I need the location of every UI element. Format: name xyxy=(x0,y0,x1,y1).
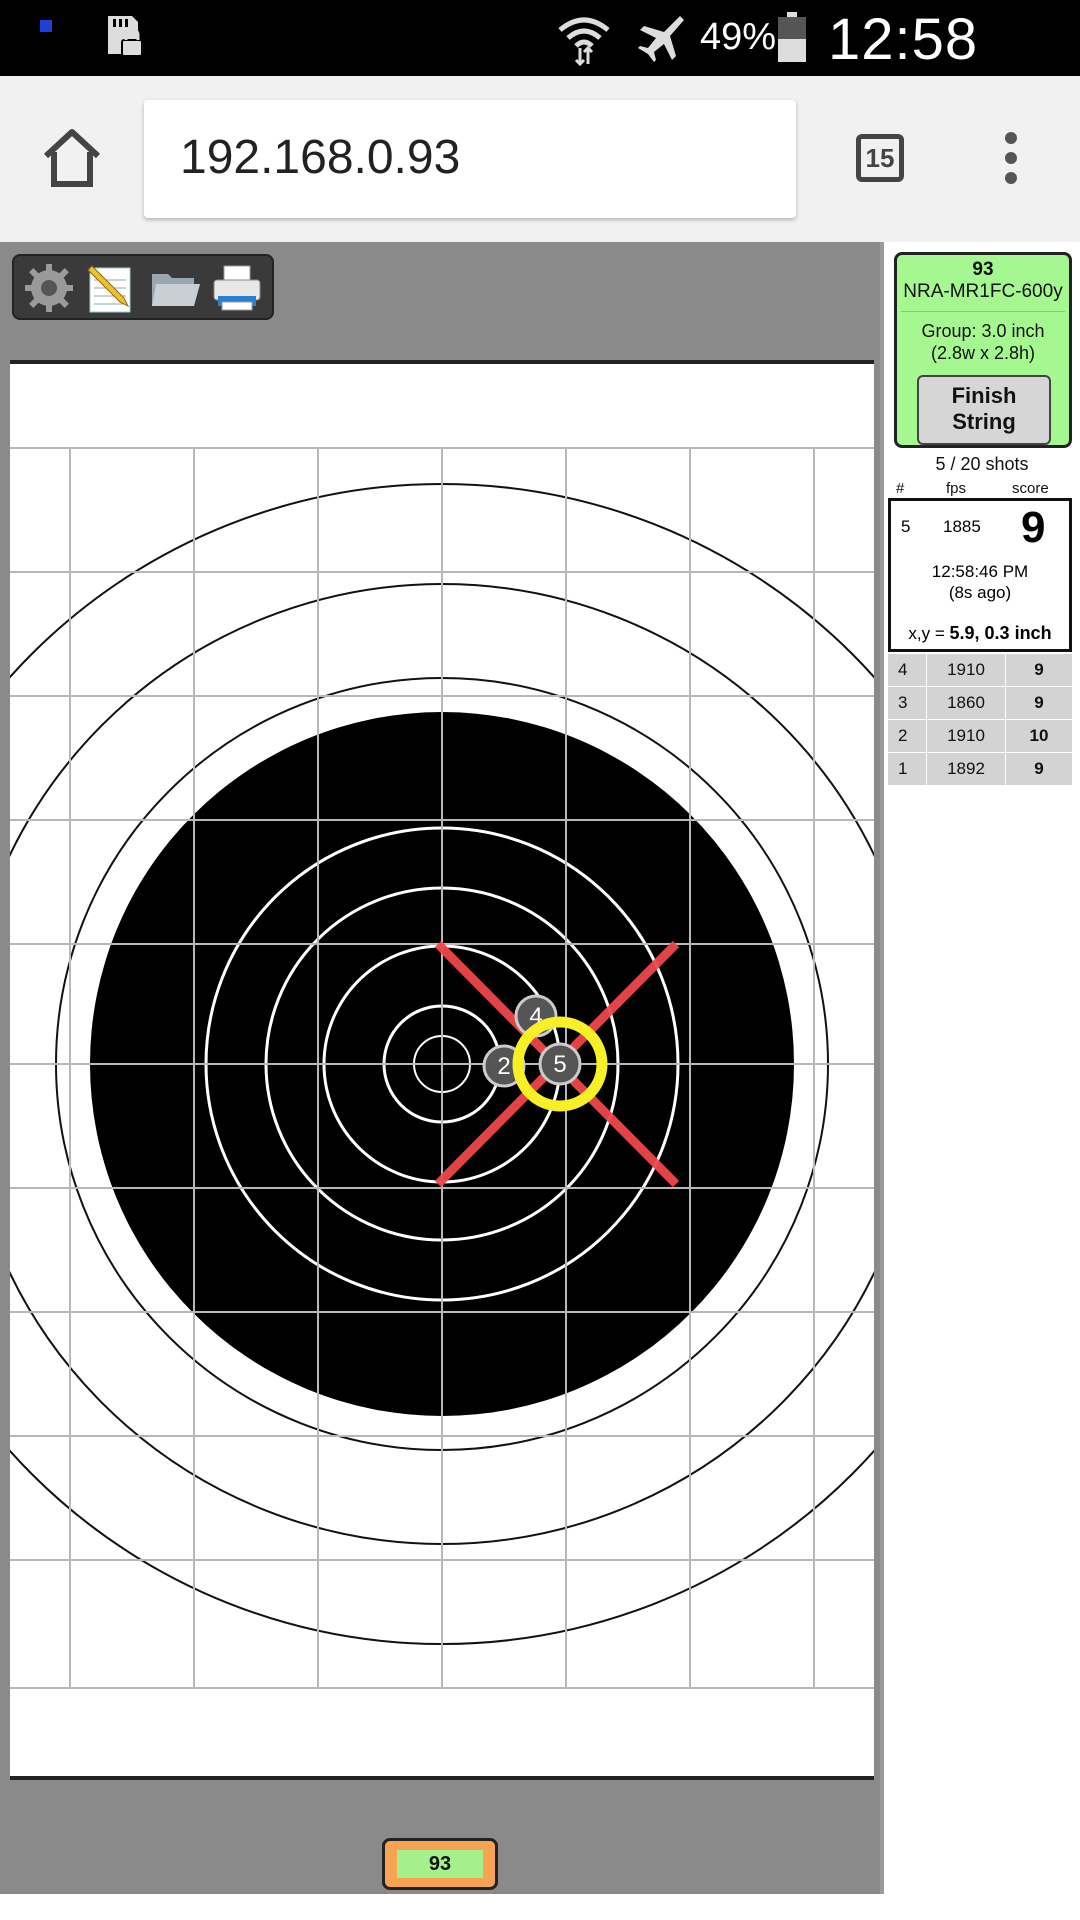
target-number: 93 xyxy=(972,259,994,280)
shot-fps: 1860 xyxy=(926,686,1006,720)
shot-score: 10 xyxy=(1005,719,1072,753)
current-shot-timestamp: 12:58:46 PM xyxy=(931,562,1029,581)
table-row[interactable]: 2 1910 10 xyxy=(888,719,1072,753)
target-number-badge[interactable]: 93 xyxy=(382,1838,498,1890)
finish-string-label-2: String xyxy=(952,409,1016,434)
shot-score: 9 xyxy=(1005,686,1072,720)
address-bar[interactable]: 192.168.0.93 xyxy=(144,100,796,218)
xy-label: x,y = xyxy=(908,624,950,643)
shot-fps: 1892 xyxy=(926,752,1006,786)
column-header-fps: fps xyxy=(946,480,967,497)
finish-string-label-1: Finish xyxy=(951,383,1017,408)
gear-icon[interactable] xyxy=(22,262,76,314)
target-type: NRA-MR1FC-600y xyxy=(903,281,1063,302)
target-number-badge-label: 93 xyxy=(397,1850,483,1878)
notification-icon xyxy=(40,20,52,32)
overflow-menu-icon[interactable] xyxy=(996,132,1026,188)
shot-history-table: 4 1910 9 3 1860 9 2 1910 10 1 1892 9 xyxy=(888,654,1072,786)
tab-switcher-button[interactable]: 15 xyxy=(856,134,904,182)
current-shot-index: 5 xyxy=(901,517,911,536)
column-header-number: # xyxy=(896,480,905,497)
shot-index: 3 xyxy=(888,686,927,720)
wifi-icon xyxy=(558,17,610,66)
xy-value: 5.9, 0.3 inch xyxy=(949,623,1052,643)
table-row[interactable]: 4 1910 9 xyxy=(888,654,1072,687)
svg-text:2: 2 xyxy=(497,1053,510,1080)
target-sheet[interactable]: 4 2 5 xyxy=(10,360,874,1780)
folder-icon[interactable] xyxy=(148,262,202,314)
shot-score: 9 xyxy=(1005,654,1072,687)
current-shot-time: 12:58:46 PM (8s ago) xyxy=(891,561,1069,603)
shot-fps: 1910 xyxy=(926,654,1006,687)
battery-icon xyxy=(778,12,806,62)
current-shot-coordinates: x,y = 5.9, 0.3 inch xyxy=(891,623,1069,644)
shot-index: 1 xyxy=(888,752,927,786)
target-pane: 4 2 5 93 xyxy=(0,242,880,1894)
home-icon[interactable] xyxy=(40,126,104,190)
table-row[interactable]: 1 1892 9 xyxy=(888,752,1072,786)
shots-count: 5 / 20 shots xyxy=(935,454,1029,474)
notepad-icon[interactable] xyxy=(84,262,138,314)
target-graphic[interactable]: 4 2 5 xyxy=(10,364,874,1776)
divider xyxy=(901,311,1065,312)
finish-string-button[interactable]: Finish String xyxy=(917,375,1051,445)
current-shot-detail[interactable]: 5 1885 9 12:58:46 PM (8s ago) x,y = 5.9,… xyxy=(888,498,1072,652)
status-bar: 49% 12:58 PM xyxy=(0,0,1080,139)
current-shot-score: 9 xyxy=(1021,503,1046,552)
shot-score: 9 xyxy=(1005,752,1072,786)
table-row[interactable]: 3 1860 9 xyxy=(888,686,1072,720)
column-header-score: score xyxy=(1012,480,1049,497)
app-toolbar xyxy=(12,254,274,320)
url-text[interactable]: 192.168.0.93 xyxy=(180,130,460,185)
printer-icon[interactable] xyxy=(210,262,264,314)
info-panel: 93 NRA-MR1FC-600y Group: 3.0 inch (2.8w … xyxy=(880,242,1080,1894)
battery-percent: 49% xyxy=(700,16,777,58)
group-dimensions: (2.8w x 2.8h) xyxy=(930,343,1036,363)
shot-index: 4 xyxy=(888,654,927,687)
sd-card-lock-icon xyxy=(108,16,143,57)
target-info-card: 93 NRA-MR1FC-600y Group: 3.0 inch (2.8w … xyxy=(894,252,1072,448)
current-shot-ago: (8s ago) xyxy=(948,583,1012,602)
group-size: Group: 3.0 inch xyxy=(921,321,1045,341)
svg-text:5: 5 xyxy=(553,1051,566,1078)
current-shot-fps: 1885 xyxy=(943,517,981,536)
airplane-mode-icon xyxy=(638,16,684,62)
shot-marker-5[interactable]: 5 xyxy=(538,1042,582,1086)
shot-index: 2 xyxy=(888,719,927,753)
browser-toolbar: 192.168.0.93 15 xyxy=(0,76,1080,242)
shot-fps: 1910 xyxy=(926,719,1006,753)
